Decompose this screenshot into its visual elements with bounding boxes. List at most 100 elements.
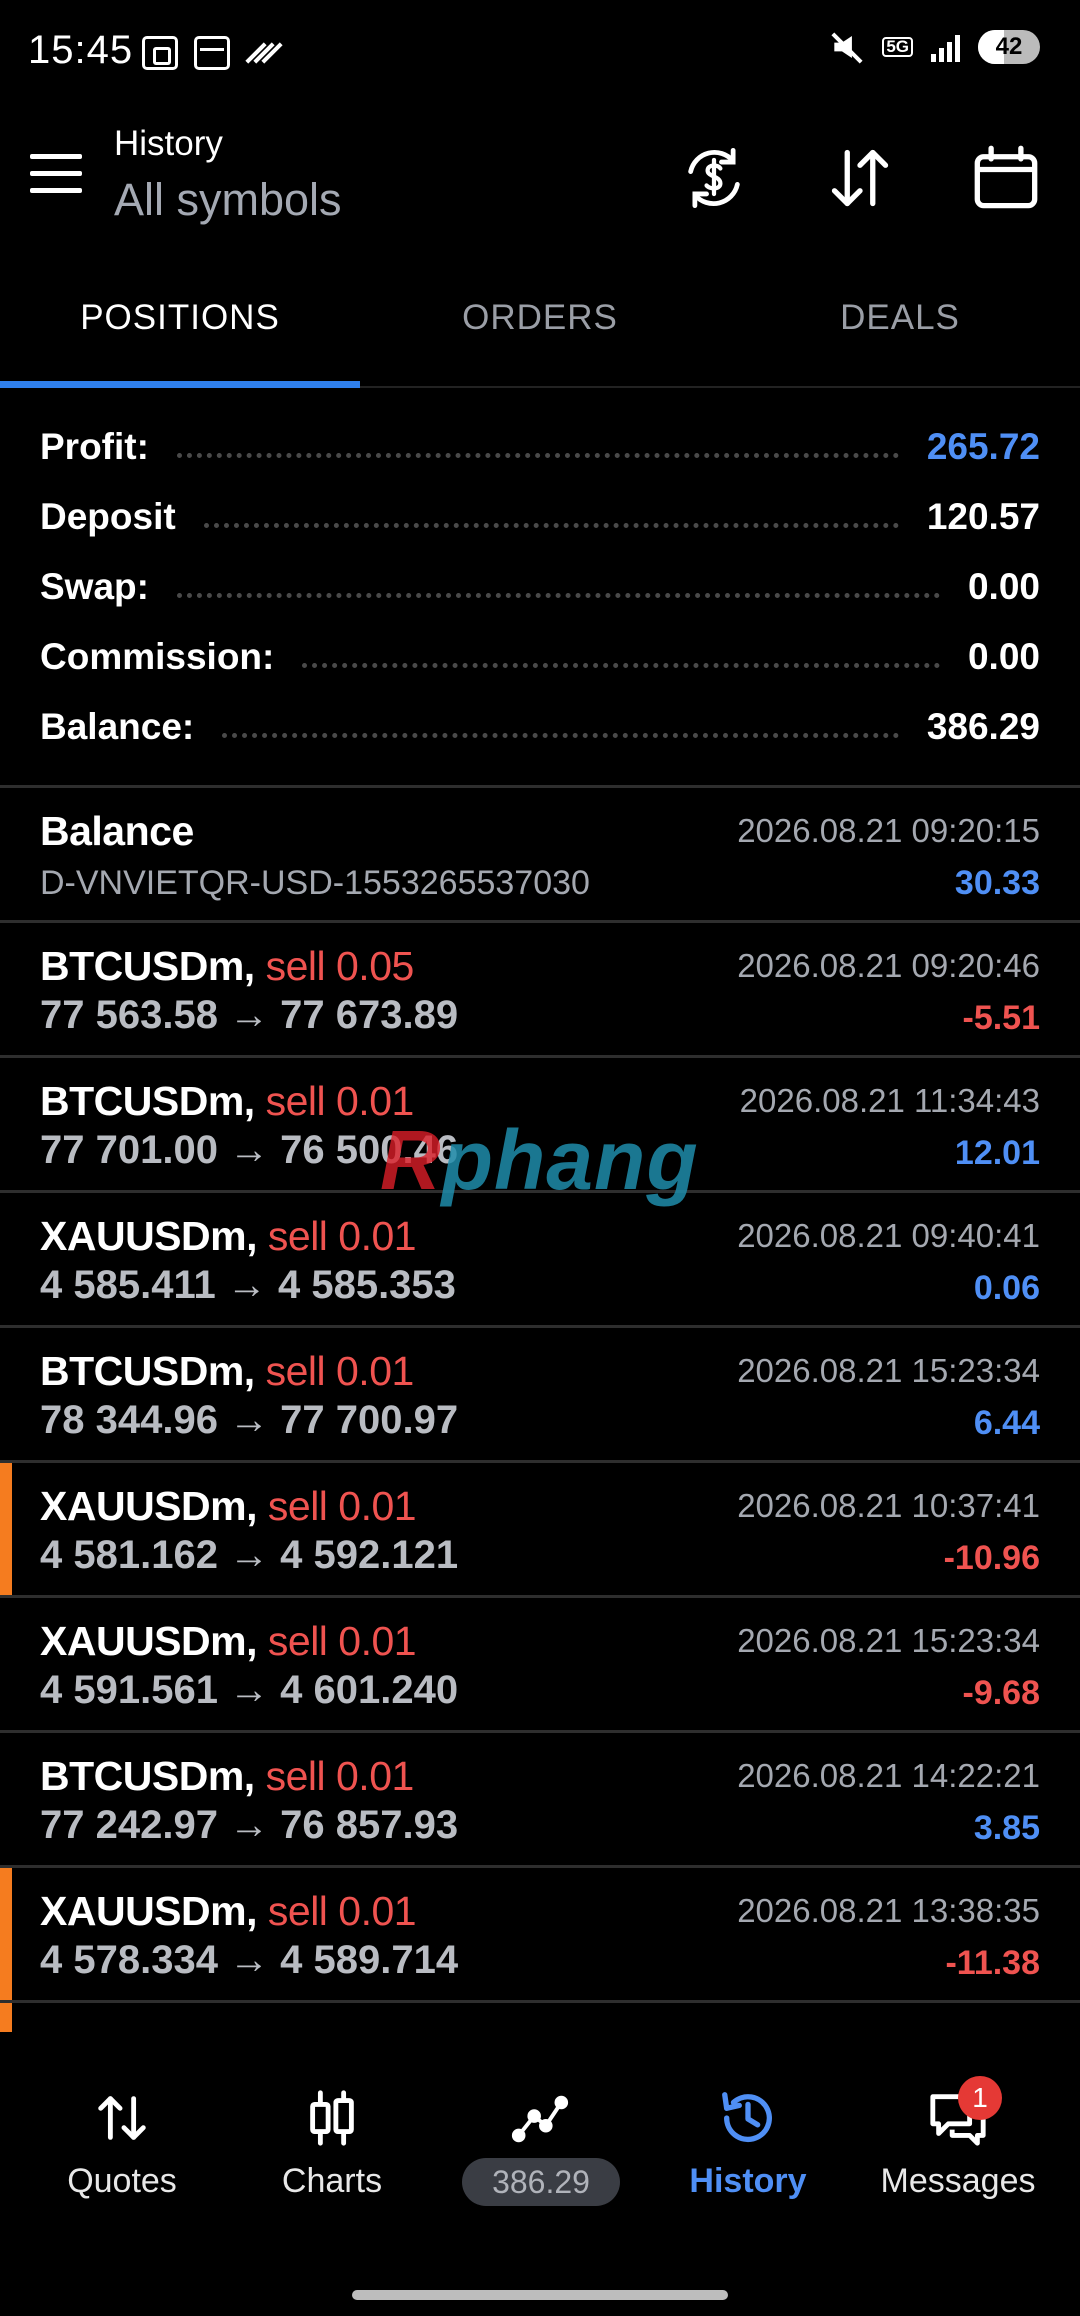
- position-prices: 77 242.97 → 76 857.93: [40, 1803, 459, 1847]
- position-side: sell 0.01: [265, 1753, 415, 1799]
- position-profit: 12.01: [954, 1134, 1040, 1172]
- profit-value: 265.72: [926, 426, 1040, 467]
- gesture-bar[interactable]: [352, 2290, 728, 2300]
- nav-messages-label: Messages: [880, 2162, 1036, 2200]
- commission-value: 0.00: [967, 636, 1040, 677]
- balance-label: Balance:: [40, 706, 195, 747]
- nav-charts[interactable]: Charts: [224, 2032, 440, 2232]
- position-symbol: BTCUSDm, sell 0.01: [40, 1753, 415, 1799]
- nav-charts-label: Charts: [281, 2162, 383, 2200]
- position-marker: [0, 1463, 12, 1595]
- position-symbol: XAUUSDm, sell 0.01: [40, 1213, 417, 1259]
- position-profit: -10.96: [943, 1539, 1040, 1577]
- swap-label: Swap:: [40, 566, 149, 607]
- position-prices: 77 701.00 → 76 500.46: [40, 1128, 459, 1172]
- position-time: 2026.08.21 15:23:34: [737, 1352, 1040, 1389]
- nav-quotes[interactable]: Quotes: [14, 2032, 230, 2232]
- nav-messages[interactable]: Messages: [850, 2032, 1066, 2232]
- data-saver-icon: [245, 36, 283, 70]
- position-row[interactable]: BTCUSDm, sell 0.01 78 344.96 → 77 700.97…: [0, 1328, 1080, 1463]
- currency-exchange-icon[interactable]: [674, 138, 754, 218]
- calendar-notification-icon: [194, 36, 230, 70]
- sort-icon[interactable]: [820, 138, 900, 218]
- position-time: 2026.08.21 11:34:43: [739, 1082, 1040, 1119]
- position-side: sell 0.01: [267, 1618, 417, 1664]
- page-title: History: [114, 124, 223, 163]
- position-symbol: BTCUSDm, sell 0.01: [40, 1078, 415, 1124]
- position-row-partial[interactable]: [0, 2003, 1080, 2032]
- history-icon: [714, 2088, 782, 2148]
- position-side: sell 0.01: [265, 1348, 415, 1394]
- messages-badge: 1: [958, 2076, 1002, 2120]
- dot-leader: [222, 732, 899, 738]
- position-row[interactable]: XAUUSDm, sell 0.01 4 585.411 → 4 585.353…: [0, 1193, 1080, 1328]
- status-system-icons: 5G 42: [830, 30, 1040, 64]
- symbol-filter[interactable]: All symbols: [114, 174, 342, 226]
- nav-history[interactable]: History: [640, 2032, 856, 2232]
- position-marker: [0, 2003, 12, 2032]
- trade-line-icon: [506, 2088, 574, 2148]
- position-prices: 4 585.411 → 4 585.353: [40, 1263, 456, 1307]
- position-row[interactable]: BTCUSDm, sell 0.05 77 563.58 → 77 673.89…: [0, 923, 1080, 1058]
- position-marker: [0, 1868, 12, 2000]
- app-header: History All symbols: [0, 104, 1080, 254]
- balance-entry-amount: 30.33: [954, 864, 1040, 902]
- mute-icon: [830, 30, 864, 64]
- tab-orders[interactable]: ORDERS: [360, 298, 720, 338]
- summary-profit-row: Profit: 265.72: [0, 412, 1080, 482]
- dot-leader: [176, 452, 899, 458]
- network-type-icon: 5G: [882, 37, 913, 57]
- menu-icon[interactable]: [30, 152, 82, 196]
- nav-quotes-label: Quotes: [67, 2162, 177, 2200]
- position-row[interactable]: BTCUSDm, sell 0.01 77 242.97 → 76 857.93…: [0, 1733, 1080, 1868]
- position-time: 2026.08.21 14:22:21: [737, 1757, 1040, 1794]
- position-prices: 4 578.334 → 4 589.714: [40, 1938, 459, 1982]
- position-prices: 78 344.96 → 77 700.97: [40, 1398, 459, 1442]
- balance-entry-time: 2026.08.21 09:20:15: [737, 812, 1040, 849]
- dot-leader: [203, 522, 899, 528]
- quotes-icon: [88, 2088, 156, 2148]
- battery-level: 42: [995, 33, 1023, 60]
- position-profit: -9.68: [962, 1674, 1041, 1712]
- summary-swap-row: Swap: 0.00: [0, 552, 1080, 622]
- equity-pill: 386.29: [462, 2158, 620, 2206]
- dot-leader: [302, 662, 940, 668]
- position-time: 2026.08.21 09:40:41: [737, 1217, 1040, 1254]
- calendar-icon[interactable]: [966, 138, 1046, 218]
- position-symbol: BTCUSDm, sell 0.01: [40, 1348, 415, 1394]
- deposit-label: Deposit: [40, 496, 176, 537]
- position-time: 2026.08.21 13:38:35: [737, 1892, 1040, 1929]
- candlestick-icon: [298, 2088, 366, 2148]
- position-profit: -5.51: [962, 999, 1041, 1037]
- summary-commission-row: Commission: 0.00: [0, 622, 1080, 692]
- position-side: sell 0.01: [267, 1888, 417, 1934]
- history-summary: Profit: 265.72 Deposit 120.57 Swap: 0.00…: [0, 412, 1080, 762]
- tab-deals[interactable]: DEALS: [720, 298, 1080, 338]
- status-time: 15:45: [28, 28, 134, 72]
- position-side: sell 0.01: [267, 1213, 417, 1259]
- positions-list: Balance D-VNVIETQR-USD-1553265537030 202…: [0, 788, 1080, 2032]
- position-time: 2026.08.21 10:37:41: [737, 1487, 1040, 1524]
- balance-entry-detail: D-VNVIETQR-USD-1553265537030: [40, 864, 590, 902]
- position-profit: -11.38: [945, 1944, 1040, 1982]
- position-side: sell 0.01: [265, 1078, 415, 1124]
- position-prices: 4 591.561 → 4 601.240: [40, 1668, 459, 1712]
- position-symbol: XAUUSDm, sell 0.01: [40, 1888, 417, 1934]
- position-symbol: XAUUSDm, sell 0.01: [40, 1618, 417, 1664]
- battery-icon: 42: [978, 30, 1040, 64]
- dot-leader: [176, 592, 940, 598]
- position-time: 2026.08.21 09:20:46: [737, 947, 1040, 984]
- position-side: sell 0.01: [267, 1483, 417, 1529]
- position-row[interactable]: BTCUSDm, sell 0.01 77 701.00 → 76 500.46…: [0, 1058, 1080, 1193]
- history-tabs: POSITIONS ORDERS DEALS: [0, 270, 1080, 388]
- balance-entry-row[interactable]: Balance D-VNVIETQR-USD-1553265537030 202…: [0, 788, 1080, 923]
- tab-positions[interactable]: POSITIONS: [0, 298, 360, 338]
- commission-label: Commission:: [40, 636, 275, 677]
- position-row[interactable]: XAUUSDm, sell 0.01 4 591.561 → 4 601.240…: [0, 1598, 1080, 1733]
- summary-deposit-row: Deposit 120.57: [0, 482, 1080, 552]
- position-row[interactable]: XAUUSDm, sell 0.01 4 578.334 → 4 589.714…: [0, 1868, 1080, 2003]
- status-bar: 15:45 5G 42: [0, 0, 1080, 104]
- signal-icon: [931, 32, 960, 62]
- position-profit: 6.44: [973, 1404, 1040, 1442]
- position-row[interactable]: XAUUSDm, sell 0.01 4 581.162 → 4 592.121…: [0, 1463, 1080, 1598]
